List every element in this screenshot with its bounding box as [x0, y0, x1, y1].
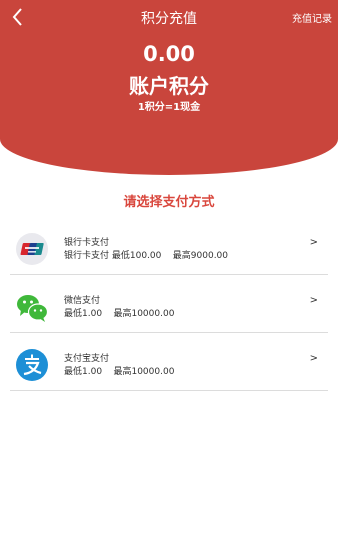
page-title: 积分充值: [141, 11, 197, 27]
recharge-records-link[interactable]: 充值记录: [292, 10, 332, 25]
payment-limits: 银行卡支付 最低100.00 最高9000.00: [64, 251, 229, 261]
account-points-label: 账户积分: [129, 74, 209, 98]
chevron-right-icon: >: [309, 295, 318, 306]
wechat-icon: [16, 291, 49, 323]
chevron-right-icon: >: [309, 237, 318, 248]
exchange-rate-text: 1积分=1现金: [137, 102, 201, 113]
header-banner: 积分充值 充值记录 0.00 账户积分 1积分=1现金: [0, 0, 338, 175]
payment-option-alipay[interactable]: 支付宝支付 最低1.00 最高10000.00 >: [10, 341, 328, 391]
payment-limits: 最低1.00 最高10000.00: [64, 309, 175, 319]
payment-name: 微信支付: [64, 296, 101, 306]
unionpay-icon: [16, 233, 48, 265]
alipay-icon: [16, 349, 48, 381]
payment-name: 支付宝支付: [64, 354, 110, 364]
payment-option-wechat[interactable]: 微信支付 最低1.00 最高10000.00 >: [10, 283, 328, 333]
chevron-right-icon: >: [309, 353, 318, 364]
payment-limits: 最低1.00 最高10000.00: [64, 367, 175, 377]
points-amount: 0.00: [143, 42, 195, 66]
choose-payment-heading: 请选择支付方式: [123, 195, 215, 210]
payment-method-list: 银行卡支付 银行卡支付 最低100.00 最高9000.00 > 微信支付 最低…: [10, 225, 328, 399]
payment-name: 银行卡支付: [64, 238, 110, 248]
payment-option-bank-card[interactable]: 银行卡支付 银行卡支付 最低100.00 最高9000.00 >: [10, 225, 328, 275]
